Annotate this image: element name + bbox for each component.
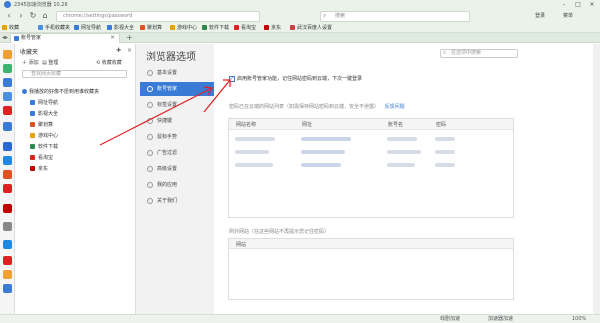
status-item[interactable]: 加速器加速 [488, 315, 513, 323]
arrow-to-checkbox [203, 79, 231, 113]
zoom-level[interactable]: 100% [572, 315, 586, 323]
annotation-arrows [99, 79, 231, 146]
arrow-to-account-manager [99, 87, 213, 146]
status-item[interactable]: 戏剧加速 [440, 315, 460, 323]
